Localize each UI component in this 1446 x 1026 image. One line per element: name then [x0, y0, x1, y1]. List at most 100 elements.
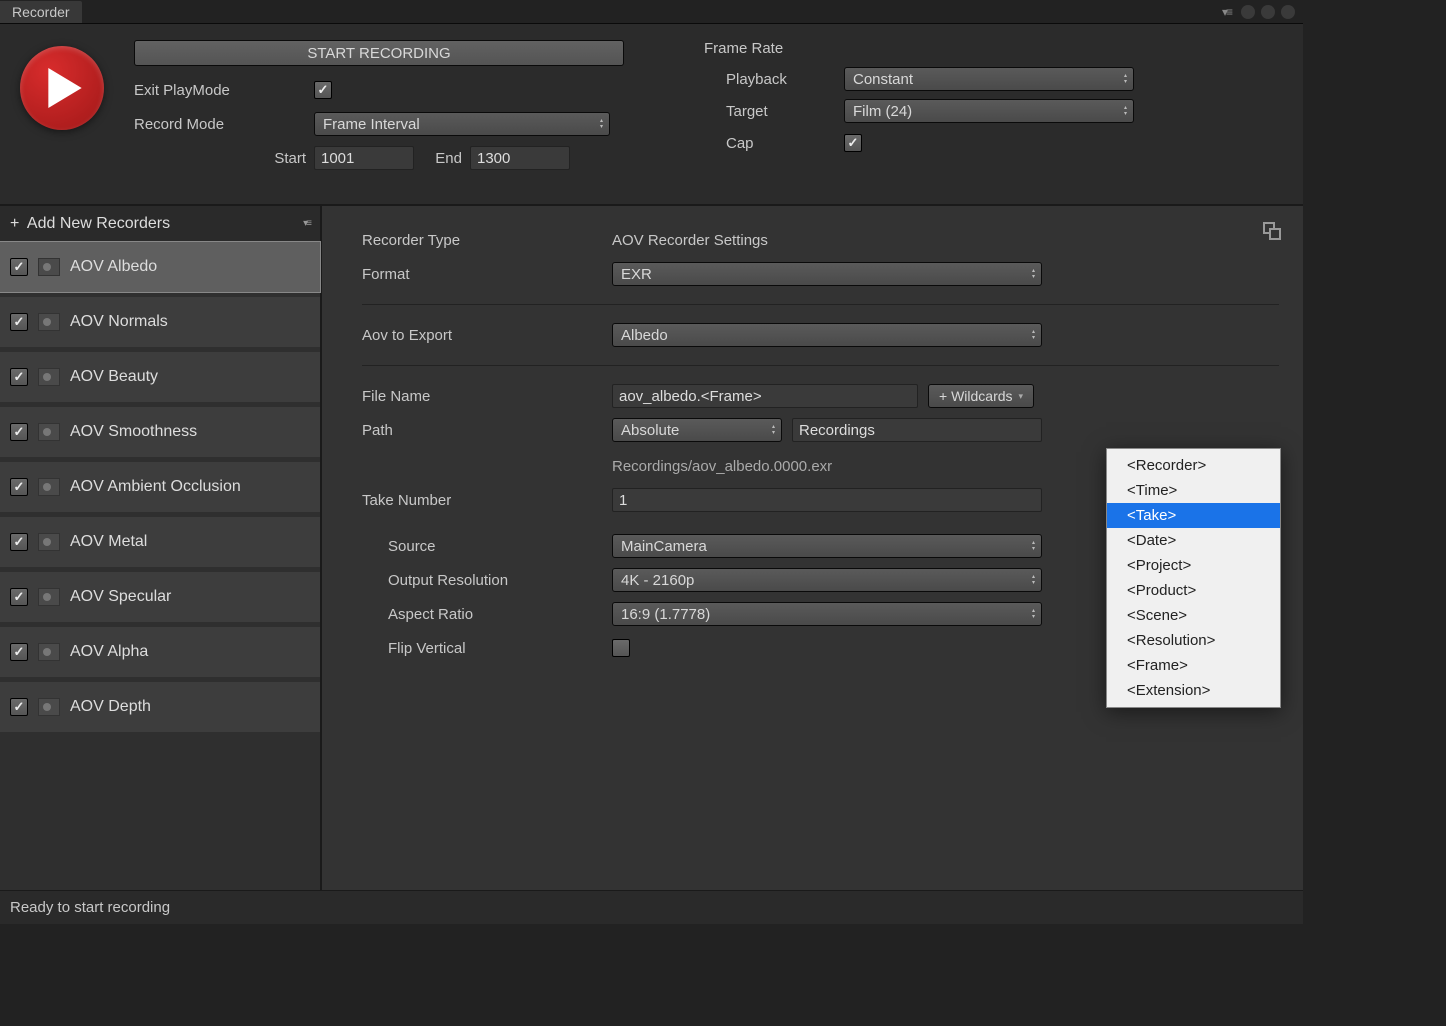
recorder-type-icon	[38, 313, 60, 331]
exit-playmode-label: Exit PlayMode	[134, 82, 314, 99]
panel-menu-icon[interactable]: ▾≡	[1222, 5, 1231, 19]
wildcards-button[interactable]: + Wildcards	[928, 384, 1034, 408]
status-text: Ready to start recording	[10, 899, 170, 916]
playback-select[interactable]: Constant	[844, 67, 1134, 91]
source-label: Source	[362, 538, 612, 555]
recorder-item[interactable]: AOV Alpha	[0, 627, 320, 677]
cap-checkbox[interactable]	[844, 134, 862, 152]
recorder-type-icon	[38, 478, 60, 496]
recorder-type-icon	[38, 258, 60, 276]
start-frame-label: Start	[274, 150, 306, 167]
source-select[interactable]: MainCamera	[612, 534, 1042, 558]
recorder-item[interactable]: AOV Ambient Occlusion	[0, 462, 320, 512]
filename-input[interactable]: aov_albedo.<Frame>	[612, 384, 918, 408]
recorder-label: AOV Albedo	[70, 258, 157, 276]
recorder-enabled-checkbox[interactable]	[10, 258, 28, 276]
add-recorders-header[interactable]: + Add New Recorders ▾≡	[0, 206, 320, 242]
recorder-label: AOV Smoothness	[70, 423, 197, 441]
window-button-2[interactable]	[1261, 5, 1275, 19]
flip-vertical-checkbox[interactable]	[612, 639, 630, 657]
recorder-enabled-checkbox[interactable]	[10, 313, 28, 331]
wildcards-popup-item[interactable]: <Project>	[1107, 553, 1280, 578]
list-settings-icon[interactable]: ▾≡	[303, 218, 310, 229]
presets-icon[interactable]	[1263, 222, 1281, 240]
recorder-item[interactable]: AOV Albedo	[0, 242, 320, 292]
framerate-title: Frame Rate	[704, 40, 1134, 57]
aspect-ratio-select[interactable]: 16:9 (1.7778)	[612, 602, 1042, 626]
cap-label: Cap	[704, 135, 844, 152]
recorder-enabled-checkbox[interactable]	[10, 368, 28, 386]
recorder-item[interactable]: AOV Specular	[0, 572, 320, 622]
format-label: Format	[362, 266, 612, 283]
end-frame-input[interactable]: 1300	[470, 146, 570, 170]
tab-recorder[interactable]: Recorder	[0, 1, 82, 23]
path-type-select[interactable]: Absolute	[612, 418, 782, 442]
recorder-item[interactable]: AOV Normals	[0, 297, 320, 347]
output-resolution-label: Output Resolution	[362, 572, 612, 589]
wildcards-popup: <Recorder><Time><Take><Date><Project><Pr…	[1106, 448, 1281, 708]
recorder-item[interactable]: AOV Depth	[0, 682, 320, 732]
format-select[interactable]: EXR	[612, 262, 1042, 286]
add-recorders-label: Add New Recorders	[27, 215, 170, 232]
aov-export-select[interactable]: Albedo	[612, 323, 1042, 347]
filename-label: File Name	[362, 388, 612, 405]
wildcards-popup-item[interactable]: <Product>	[1107, 578, 1280, 603]
record-play-button[interactable]	[20, 46, 104, 130]
recorder-inspector: Recorder Type AOV Recorder Settings Form…	[322, 206, 1303, 907]
recorder-list-sidebar: + Add New Recorders ▾≡ AOV Albedo AOV Nor…	[0, 206, 322, 907]
recorder-enabled-checkbox[interactable]	[10, 423, 28, 441]
wildcards-popup-item[interactable]: <Recorder>	[1107, 453, 1280, 478]
plus-icon: +	[10, 215, 19, 232]
output-resolution-select[interactable]: 4K - 2160p	[612, 568, 1042, 592]
tab-bar: Recorder ▾≡	[0, 0, 1303, 24]
recorder-enabled-checkbox[interactable]	[10, 533, 28, 551]
recorder-enabled-checkbox[interactable]	[10, 643, 28, 661]
record-mode-select[interactable]: Frame Interval	[314, 112, 610, 136]
wildcards-popup-item[interactable]: <Extension>	[1107, 678, 1280, 703]
recorder-item[interactable]: AOV Smoothness	[0, 407, 320, 457]
take-number-label: Take Number	[362, 492, 612, 509]
recorder-type-label: Recorder Type	[362, 232, 612, 249]
recorder-label: AOV Normals	[70, 313, 168, 331]
wildcards-popup-item[interactable]: <Scene>	[1107, 603, 1280, 628]
wildcards-popup-item[interactable]: <Time>	[1107, 478, 1280, 503]
aspect-ratio-label: Aspect Ratio	[362, 606, 612, 623]
divider	[362, 304, 1279, 305]
resolved-path: Recordings/aov_albedo.0000.exr	[612, 458, 832, 475]
recorder-label: AOV Metal	[70, 533, 147, 551]
wildcards-popup-item[interactable]: <Frame>	[1107, 653, 1280, 678]
recorder-label: AOV Beauty	[70, 368, 158, 386]
recorder-type-icon	[38, 698, 60, 716]
recorder-type-icon	[38, 368, 60, 386]
wildcards-popup-item[interactable]: <Take>	[1107, 503, 1280, 528]
recorder-label: AOV Alpha	[70, 643, 148, 661]
divider	[362, 365, 1279, 366]
path-input[interactable]: Recordings	[792, 418, 1042, 442]
recorder-enabled-checkbox[interactable]	[10, 588, 28, 606]
recorder-label: AOV Specular	[70, 588, 171, 606]
recorder-item[interactable]: AOV Metal	[0, 517, 320, 567]
recorder-enabled-checkbox[interactable]	[10, 698, 28, 716]
start-recording-button[interactable]: START RECORDING	[134, 40, 624, 66]
recorder-type-icon	[38, 643, 60, 661]
target-select[interactable]: Film (24)	[844, 99, 1134, 123]
start-frame-input[interactable]: 1001	[314, 146, 414, 170]
take-number-input[interactable]: 1	[612, 488, 1042, 512]
window-button-1[interactable]	[1241, 5, 1255, 19]
target-label: Target	[704, 103, 844, 120]
recorder-type-icon	[38, 423, 60, 441]
window-button-3[interactable]	[1281, 5, 1295, 19]
wildcards-popup-item[interactable]: <Resolution>	[1107, 628, 1280, 653]
recorder-enabled-checkbox[interactable]	[10, 478, 28, 496]
recorder-type-icon	[38, 533, 60, 551]
playback-label: Playback	[704, 71, 844, 88]
main-area: + Add New Recorders ▾≡ AOV Albedo AOV Nor…	[0, 206, 1303, 907]
record-mode-label: Record Mode	[134, 116, 314, 133]
exit-playmode-checkbox[interactable]	[314, 81, 332, 99]
top-panel: START RECORDING Exit PlayMode Record Mod…	[0, 24, 1303, 206]
wildcards-popup-item[interactable]: <Date>	[1107, 528, 1280, 553]
recorder-item[interactable]: AOV Beauty	[0, 352, 320, 402]
recorder-label: AOV Depth	[70, 698, 151, 716]
recorder-type-value: AOV Recorder Settings	[612, 232, 768, 249]
flip-vertical-label: Flip Vertical	[362, 640, 612, 657]
